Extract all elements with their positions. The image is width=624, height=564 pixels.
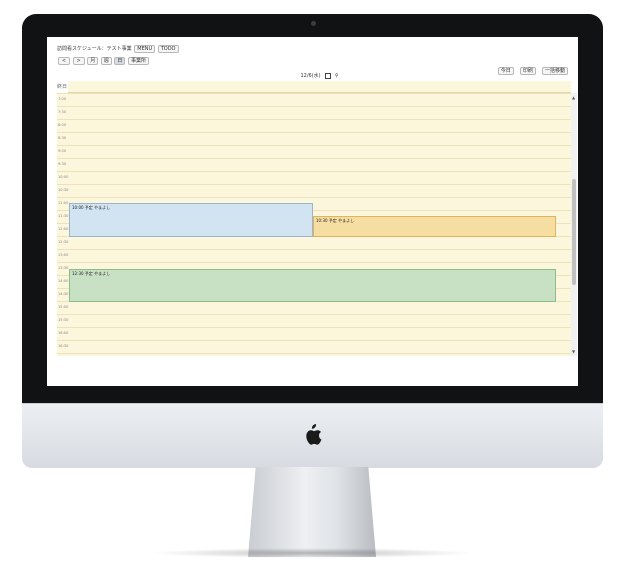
allday-slot[interactable] (68, 81, 571, 93)
time-label: 13:00 (58, 253, 69, 257)
time-row[interactable]: 8:30 (57, 132, 571, 145)
time-label: 10:30 (58, 188, 69, 192)
time-label: 11:30 (58, 214, 69, 218)
time-grid: 7:00 7:30 8:00 8:30 9:00 9:30 10:00 10:30 11:00 1… (57, 93, 571, 356)
todo-button[interactable]: TODO (157, 45, 179, 53)
menu-button[interactable]: MENU (134, 45, 156, 53)
time-label: 16:00 (58, 331, 69, 335)
view-office-button[interactable]: 事業所 (128, 57, 150, 65)
time-row[interactable]: 10:30 (57, 184, 571, 197)
view-toolbar: < > 月 週 日 事業所 (57, 57, 150, 65)
time-label: 12:00 (58, 227, 69, 231)
time-label: 7:30 (58, 110, 67, 114)
time-row[interactable]: 16:30 (57, 340, 571, 353)
allday-label: 終日 (57, 84, 68, 90)
time-label: 15:30 (58, 318, 69, 322)
event-block[interactable]: 10:30 予定 やまよし (313, 216, 556, 237)
time-row[interactable]: 8:00 (57, 119, 571, 132)
time-row[interactable]: 9:30 (57, 158, 571, 171)
event-block[interactable]: 12:30 予定 やまよし (69, 269, 556, 302)
time-label: 11:00 (58, 201, 69, 205)
time-row[interactable]: 10:00 (57, 171, 571, 184)
stand-shadow (150, 548, 474, 558)
location-pin-icon[interactable]: ⚲ (335, 73, 339, 79)
time-label: 8:30 (58, 136, 67, 140)
event-label: 10:00 予定 やまよし (72, 205, 111, 210)
time-label: 14:30 (58, 292, 69, 296)
view-week-button[interactable]: 週 (100, 57, 112, 65)
time-label: 9:30 (58, 162, 67, 166)
event-label: 10:30 予定 やまよし (316, 218, 355, 223)
time-row[interactable]: 16:00 (57, 327, 571, 340)
time-row[interactable]: 15:00 (57, 301, 571, 314)
calendar-icon[interactable] (325, 72, 332, 79)
time-label: 16:30 (58, 344, 69, 348)
time-row[interactable]: 15:30 (57, 314, 571, 327)
screen: 訪問看スケジュール：テスト事業 MENU TODO < > 月 週 日 事業所 … (47, 37, 578, 386)
allday-row: 終日 (57, 81, 571, 93)
time-row[interactable]: 9:00 (57, 145, 571, 158)
next-button[interactable]: > (72, 57, 85, 65)
app-header: 訪問看スケジュール：テスト事業 MENU TODO (57, 45, 179, 53)
scrollbar-thumb[interactable] (572, 179, 576, 285)
time-label: 14:00 (58, 279, 69, 283)
time-row[interactable]: 7:00 (57, 93, 571, 106)
app-title: 訪問看スケジュール：テスト事業 (57, 46, 132, 52)
time-label: 10:00 (58, 175, 69, 179)
time-label: 8:00 (58, 123, 67, 127)
prev-button[interactable]: < (58, 57, 70, 65)
time-label: 15:00 (58, 305, 69, 309)
view-month-button[interactable]: 月 (87, 57, 99, 65)
scrollbar[interactable]: ▲ ▼ (571, 93, 577, 356)
time-label: 7:00 (58, 97, 67, 101)
apple-logo-icon (306, 424, 322, 445)
event-label: 12:30 予定 やまよし (72, 271, 111, 276)
camera-dot (311, 21, 316, 26)
time-label: 9:00 (58, 149, 67, 153)
scroll-up-icon[interactable]: ▲ (572, 95, 575, 100)
view-day-button[interactable]: 日 (114, 57, 126, 65)
time-row[interactable]: 13:00 (57, 249, 571, 262)
time-label: 12:30 (58, 240, 69, 244)
time-label: 13:30 (58, 266, 69, 270)
time-row[interactable]: 7:30 (57, 106, 571, 119)
monitor-stand (248, 467, 376, 557)
scroll-down-icon[interactable]: ▼ (572, 349, 575, 354)
time-row[interactable]: 17:00 (57, 353, 571, 356)
time-row[interactable]: 12:30 (57, 236, 571, 249)
date-label: 12/6(水) (300, 73, 321, 79)
event-block[interactable]: 10:00 予定 やまよし (69, 203, 313, 237)
